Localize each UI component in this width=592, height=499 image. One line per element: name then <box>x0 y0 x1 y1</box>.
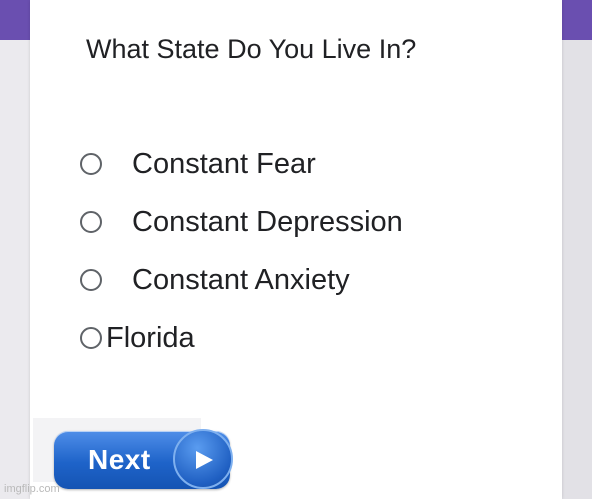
left-background-panel <box>0 0 30 499</box>
option-florida[interactable]: Florida <box>80 318 403 358</box>
question-title: What State Do You Live In? <box>86 34 417 64</box>
next-button-label: Next <box>88 444 151 475</box>
left-accent-strip <box>0 0 30 40</box>
radio-unchecked-icon[interactable] <box>80 211 102 233</box>
option-label: Constant Depression <box>132 205 403 238</box>
right-accent-strip <box>562 0 592 40</box>
radio-unchecked-icon[interactable] <box>80 327 102 349</box>
play-arrow-icon <box>173 429 233 489</box>
answer-options-list: Constant Fear Constant Depression Consta… <box>80 144 403 376</box>
option-label: Constant Fear <box>132 147 316 180</box>
option-constant-fear[interactable]: Constant Fear <box>80 144 403 184</box>
watermark: imgflip.com <box>4 483 60 495</box>
option-label: Constant Anxiety <box>132 263 350 296</box>
next-button[interactable]: Next <box>54 429 233 489</box>
right-background-panel <box>562 0 592 499</box>
option-constant-anxiety[interactable]: Constant Anxiety <box>80 260 403 300</box>
option-label: Florida <box>106 321 195 354</box>
radio-unchecked-icon[interactable] <box>80 153 102 175</box>
option-constant-depression[interactable]: Constant Depression <box>80 202 403 242</box>
radio-unchecked-icon[interactable] <box>80 269 102 291</box>
